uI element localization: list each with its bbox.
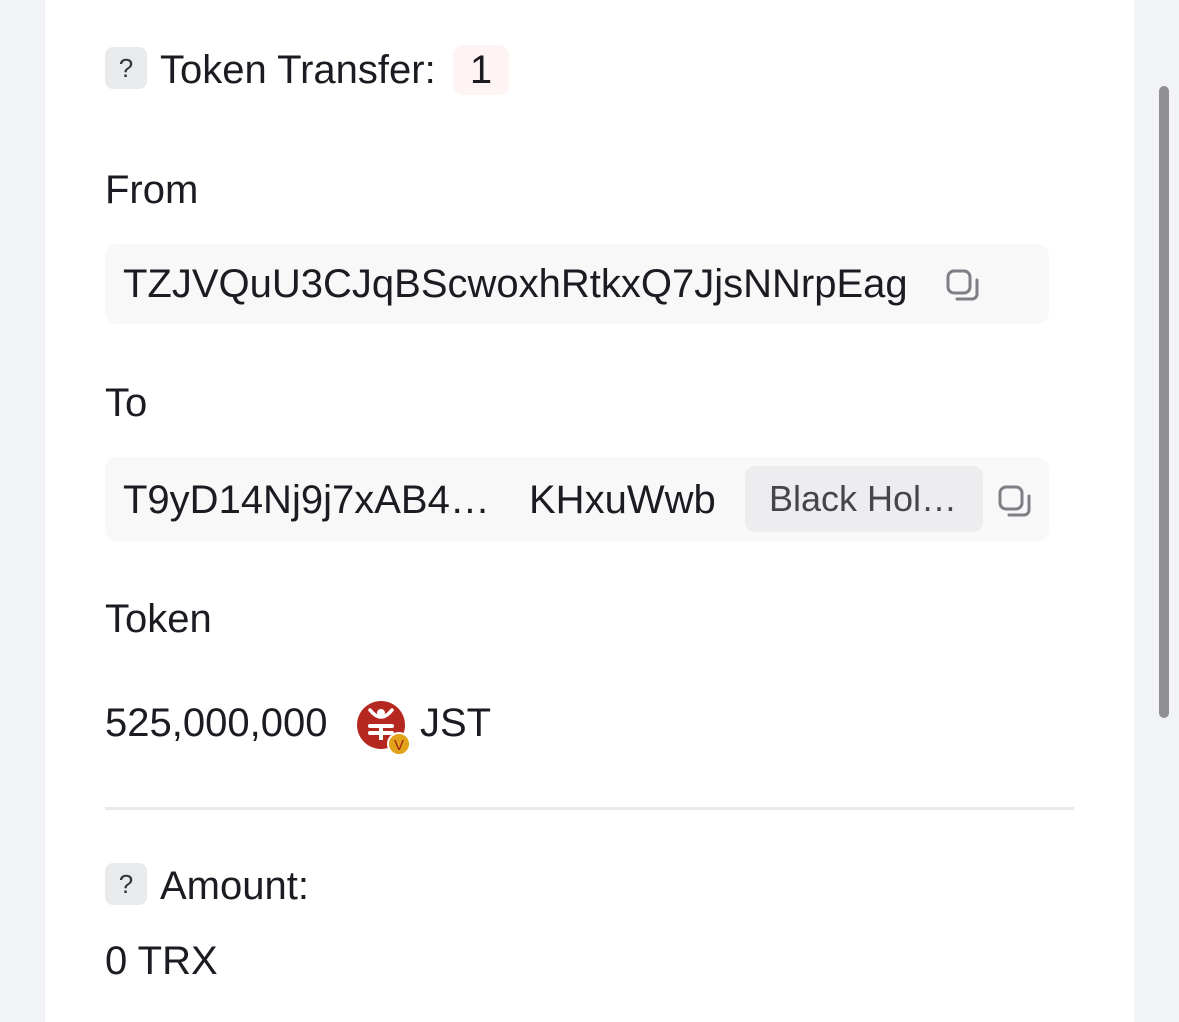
amount-value: 0 TRX <box>105 939 218 983</box>
from-label: From <box>105 168 199 212</box>
amount-label: Amount: <box>160 864 309 908</box>
amount-help-icon[interactable]: ? <box>105 863 147 905</box>
to-address-start[interactable]: T9yD14Nj9j7xAB4… <box>123 478 490 523</box>
to-address-end[interactable]: KHxuWwb <box>529 478 716 523</box>
black-hole-address-tag[interactable]: Black Hol… <box>745 466 983 532</box>
section-divider <box>105 807 1074 810</box>
token-label: Token <box>105 597 212 641</box>
jst-token-logo-icon[interactable]: V <box>356 700 414 758</box>
scrollbar[interactable] <box>1159 86 1169 718</box>
from-address-box: TZJVQuU3CJqBScwoxhRtkxQ7JjsNNrpEag <box>105 244 1049 324</box>
verified-badge: V <box>394 737 404 754</box>
copy-icon[interactable] <box>997 484 1033 520</box>
token-symbol[interactable]: JST <box>420 701 491 746</box>
token-transfer-count-badge: 1 <box>453 45 509 95</box>
token-transfer-help-icon[interactable]: ? <box>105 47 147 89</box>
from-address[interactable]: TZJVQuU3CJqBScwoxhRtkxQ7JjsNNrpEag <box>123 262 908 307</box>
token-amount: 525,000,000 <box>105 701 328 745</box>
copy-icon[interactable] <box>945 268 981 304</box>
token-transfer-title: Token Transfer: <box>160 48 436 92</box>
to-label: To <box>105 381 148 425</box>
